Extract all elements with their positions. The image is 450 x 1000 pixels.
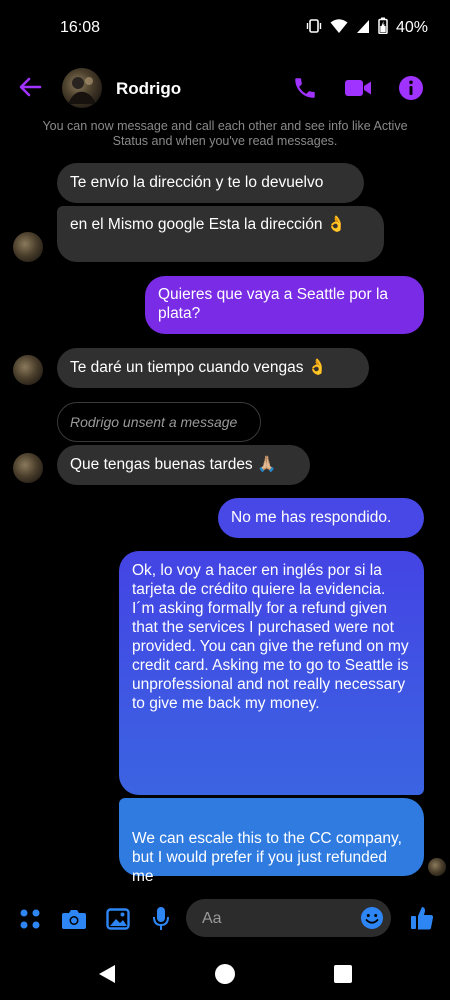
signal-icon (356, 18, 370, 39)
system-notice: You can now message and call each other … (42, 119, 408, 148)
message-incoming[interactable]: en el Mismo google Esta la dirección 👌 (57, 206, 384, 262)
back-nav-icon[interactable] (97, 964, 117, 989)
contact-name[interactable]: Rodrigo (116, 79, 181, 99)
contact-avatar-small (13, 355, 43, 385)
battery-percent: 40% (395, 19, 428, 36)
status-bar: 16:08 40% (0, 0, 450, 56)
camera-icon[interactable] (61, 908, 87, 935)
message-outgoing[interactable]: No me has respondido. (218, 498, 424, 538)
microphone-icon[interactable] (152, 906, 170, 937)
video-icon[interactable] (344, 78, 372, 103)
battery-icon (378, 17, 388, 39)
emoji-icon[interactable] (360, 906, 384, 935)
message-incoming[interactable]: Que tengas buenas tardes 🙏🏼 (57, 445, 310, 485)
system-navigation-bar (0, 948, 450, 1000)
composer-bar (0, 896, 450, 942)
apps-icon[interactable] (19, 908, 41, 935)
status-time: 16:08 (60, 19, 101, 36)
wifi-icon (330, 18, 348, 39)
read-receipt-avatar (428, 858, 446, 876)
unsent-message-notice: Rodrigo unsent a message (57, 402, 261, 442)
thumbs-up-icon[interactable] (410, 905, 434, 936)
recents-nav-icon[interactable] (334, 965, 352, 988)
contact-avatar[interactable] (62, 68, 102, 108)
message-input-container[interactable] (186, 899, 391, 939)
gallery-icon[interactable] (106, 907, 130, 936)
message-incoming[interactable]: Te daré un tiempo cuando vengas 👌 (57, 348, 369, 388)
info-icon[interactable] (398, 75, 424, 106)
message-outgoing[interactable]: We can escale this to the CC company, bu… (119, 798, 424, 885)
back-arrow-icon[interactable] (18, 76, 42, 103)
chat-header: Rodrigo (0, 62, 450, 114)
message-input[interactable] (200, 899, 354, 939)
vibrate-icon (306, 18, 322, 39)
phone-icon[interactable] (292, 75, 318, 106)
message-outgoing[interactable]: Ok, lo voy a hacer en inglés por si la t… (119, 551, 424, 795)
message-outgoing[interactable]: Quieres que vaya a Seattle por la plata? (145, 276, 424, 334)
message-incoming[interactable]: Te envío la dirección y te lo devuelvo (57, 163, 364, 203)
contact-avatar-small (13, 453, 43, 483)
contact-avatar-small (13, 232, 43, 262)
home-nav-icon[interactable] (214, 963, 236, 990)
